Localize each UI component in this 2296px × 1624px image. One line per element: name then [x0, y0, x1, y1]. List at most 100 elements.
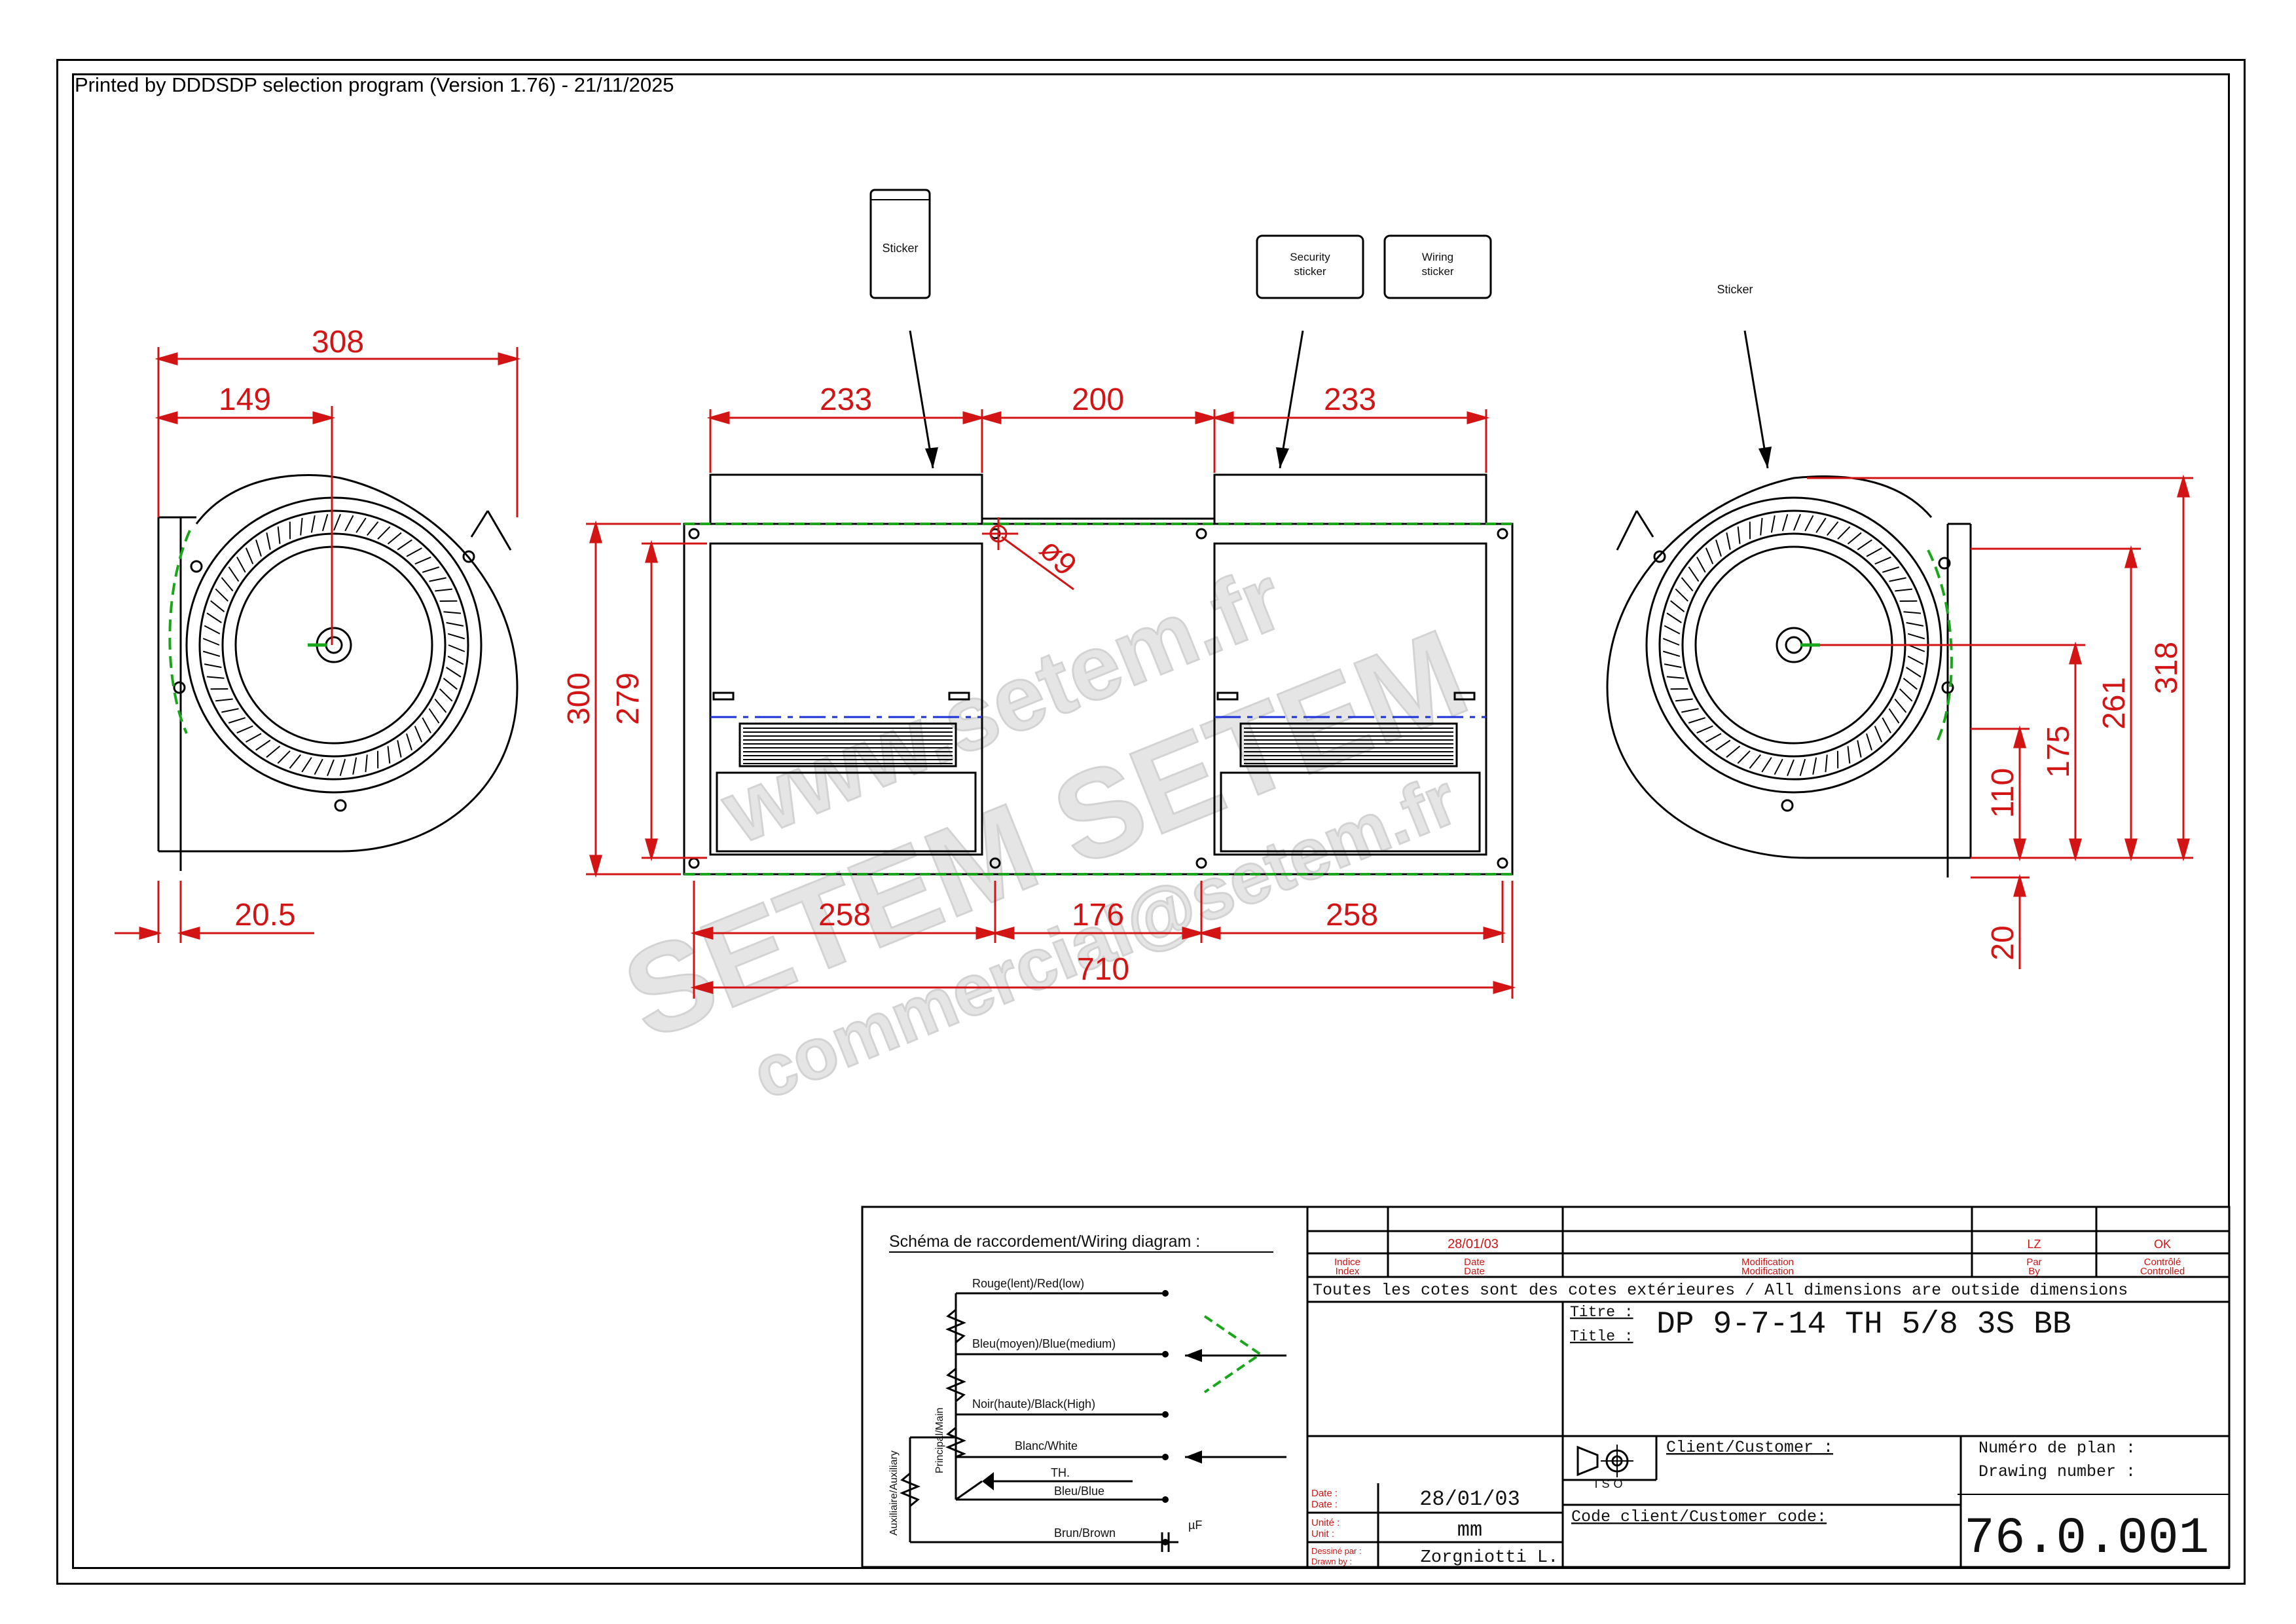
- fan-blade: [321, 513, 329, 532]
- fan-blade: [1882, 717, 1891, 733]
- fan-blade: [1895, 588, 1912, 592]
- right-side-view: [1606, 475, 1972, 877]
- fan-blade: [1888, 708, 1900, 724]
- fan-blade: [1857, 740, 1862, 758]
- svg-text:279: 279: [611, 673, 646, 725]
- fan-blade: [1774, 758, 1783, 775]
- fan-blade: [255, 539, 262, 557]
- svg-text:Blanc/White: Blanc/White: [1015, 1439, 1078, 1452]
- svg-text:20.5: 20.5: [234, 898, 295, 932]
- fan-blade: [1799, 758, 1806, 777]
- fan-blade: [202, 650, 221, 657]
- fan-blade: [1696, 725, 1713, 734]
- fan-blade: [1804, 515, 1814, 532]
- fan-blade: [1906, 621, 1924, 627]
- sticker-security: Security sticker: [1256, 234, 1364, 469]
- svg-text:Brun/Brown: Brun/Brown: [1054, 1526, 1116, 1540]
- fan-blade: [1894, 698, 1907, 713]
- left-blade-ring: [202, 513, 465, 777]
- fan-blade: [277, 526, 281, 544]
- fan-blade: [206, 676, 225, 679]
- fan-blade: [245, 547, 254, 564]
- svg-text:110: 110: [1986, 768, 2020, 819]
- fan-blade: [1827, 521, 1839, 536]
- fan-blade: [1866, 547, 1882, 557]
- fan-blade: [1889, 577, 1906, 582]
- fan-blade: [215, 588, 229, 602]
- fan-blade: [1664, 663, 1682, 669]
- svg-text:Titre :: Titre :: [1570, 1304, 1633, 1321]
- fan-blade: [446, 667, 462, 678]
- fan-blade: [367, 521, 379, 536]
- svg-text:28/01/03: 28/01/03: [1448, 1237, 1499, 1251]
- sticker-right: Sticker: [1717, 283, 1772, 469]
- fan-blade: [414, 556, 431, 565]
- svg-text:318: 318: [2149, 642, 2184, 694]
- fan-blade: [1737, 526, 1741, 544]
- fan-blade: [1715, 539, 1722, 557]
- svg-text:Wiring: Wiring: [1422, 251, 1453, 263]
- svg-text:DP 9-7-14 TH 5/8 3S BB: DP 9-7-14 TH 5/8 3S BB: [1656, 1307, 2071, 1342]
- wiring-diagram: Schéma de raccordement/Wiring diagram :: [861, 1206, 1309, 1568]
- technical-drawing: www.setem.fr SETEM SETEM commercial@sete…: [115, 189, 2231, 1568]
- svg-text:Rouge(lent)/Red(low): Rouge(lent)/Red(low): [972, 1277, 1084, 1290]
- fan-blade: [1847, 532, 1862, 545]
- fan-blade: [1815, 517, 1827, 533]
- svg-text:175: 175: [2041, 726, 2076, 778]
- fan-blade: [435, 588, 452, 592]
- fan-blade: [333, 513, 341, 531]
- fan-blade: [1696, 557, 1706, 573]
- svg-text:Date :: Date :: [1311, 1499, 1338, 1510]
- svg-text:261: 261: [2097, 677, 2132, 729]
- fan-blade: [1825, 754, 1828, 773]
- fan-blade: [1874, 726, 1883, 743]
- svg-text:µF: µF: [1188, 1519, 1202, 1532]
- fan-blade: [1705, 733, 1722, 743]
- fan-blade: [397, 740, 402, 758]
- svg-text:Sticker: Sticker: [1717, 283, 1753, 296]
- svg-text:20: 20: [1986, 925, 2020, 960]
- fan-blade: [1749, 754, 1761, 769]
- svg-text:Security: Security: [1290, 251, 1330, 263]
- left-side-view: [157, 474, 519, 871]
- fan-blade: [255, 739, 271, 751]
- fan-blade: [422, 566, 440, 573]
- fan-blade: [1760, 517, 1763, 536]
- svg-text:sticker: sticker: [1421, 265, 1453, 278]
- fan-blade: [1882, 566, 1900, 573]
- fan-blade: [429, 577, 446, 582]
- fan-blade: [443, 678, 458, 690]
- fan-blade: [327, 759, 335, 777]
- fan-blade: [202, 638, 220, 646]
- fan-blade: [355, 517, 367, 533]
- fan-blade: [215, 698, 233, 702]
- svg-text:ISO: ISO: [1594, 1477, 1626, 1490]
- fan-blade: [246, 733, 262, 743]
- svg-text:LZ: LZ: [2027, 1238, 2041, 1251]
- fan-blade: [414, 726, 423, 743]
- svg-text:Numéro de plan :: Numéro de plan :: [1978, 1439, 2136, 1458]
- fan-blade: [1793, 513, 1801, 531]
- fan-blade: [301, 757, 312, 773]
- svg-text:Unité :: Unité :: [1311, 1517, 1339, 1528]
- svg-text:Schéma de raccordement/Wiring: Schéma de raccordement/Wiring diagram :: [889, 1232, 1200, 1251]
- svg-text:sticker: sticker: [1294, 265, 1326, 278]
- fan-blade: [1681, 708, 1699, 713]
- fan-blade: [1866, 733, 1872, 751]
- svg-text:Zorgniotti L.: Zorgniotti L.: [1421, 1548, 1559, 1568]
- fan-blade: [446, 621, 464, 627]
- fan-blade: [236, 725, 253, 734]
- fan-blade: [1761, 757, 1772, 773]
- fan-blade: [1907, 633, 1925, 640]
- fan-blade: [434, 698, 447, 713]
- fan-blade: [228, 717, 246, 724]
- fan-blade: [1903, 678, 1918, 690]
- fan-blade: [447, 655, 464, 665]
- fan-blade: [310, 515, 316, 533]
- svg-text:Auxiliaire/Auxiliary: Auxiliaire/Auxiliary: [888, 1450, 900, 1536]
- fan-blade: [1726, 532, 1731, 550]
- fan-blade: [1847, 746, 1851, 764]
- fan-blade: [1664, 625, 1681, 635]
- watermark: www.setem.fr SETEM SETEM commercial@sete…: [605, 545, 1485, 1116]
- fan-blade: [439, 688, 453, 702]
